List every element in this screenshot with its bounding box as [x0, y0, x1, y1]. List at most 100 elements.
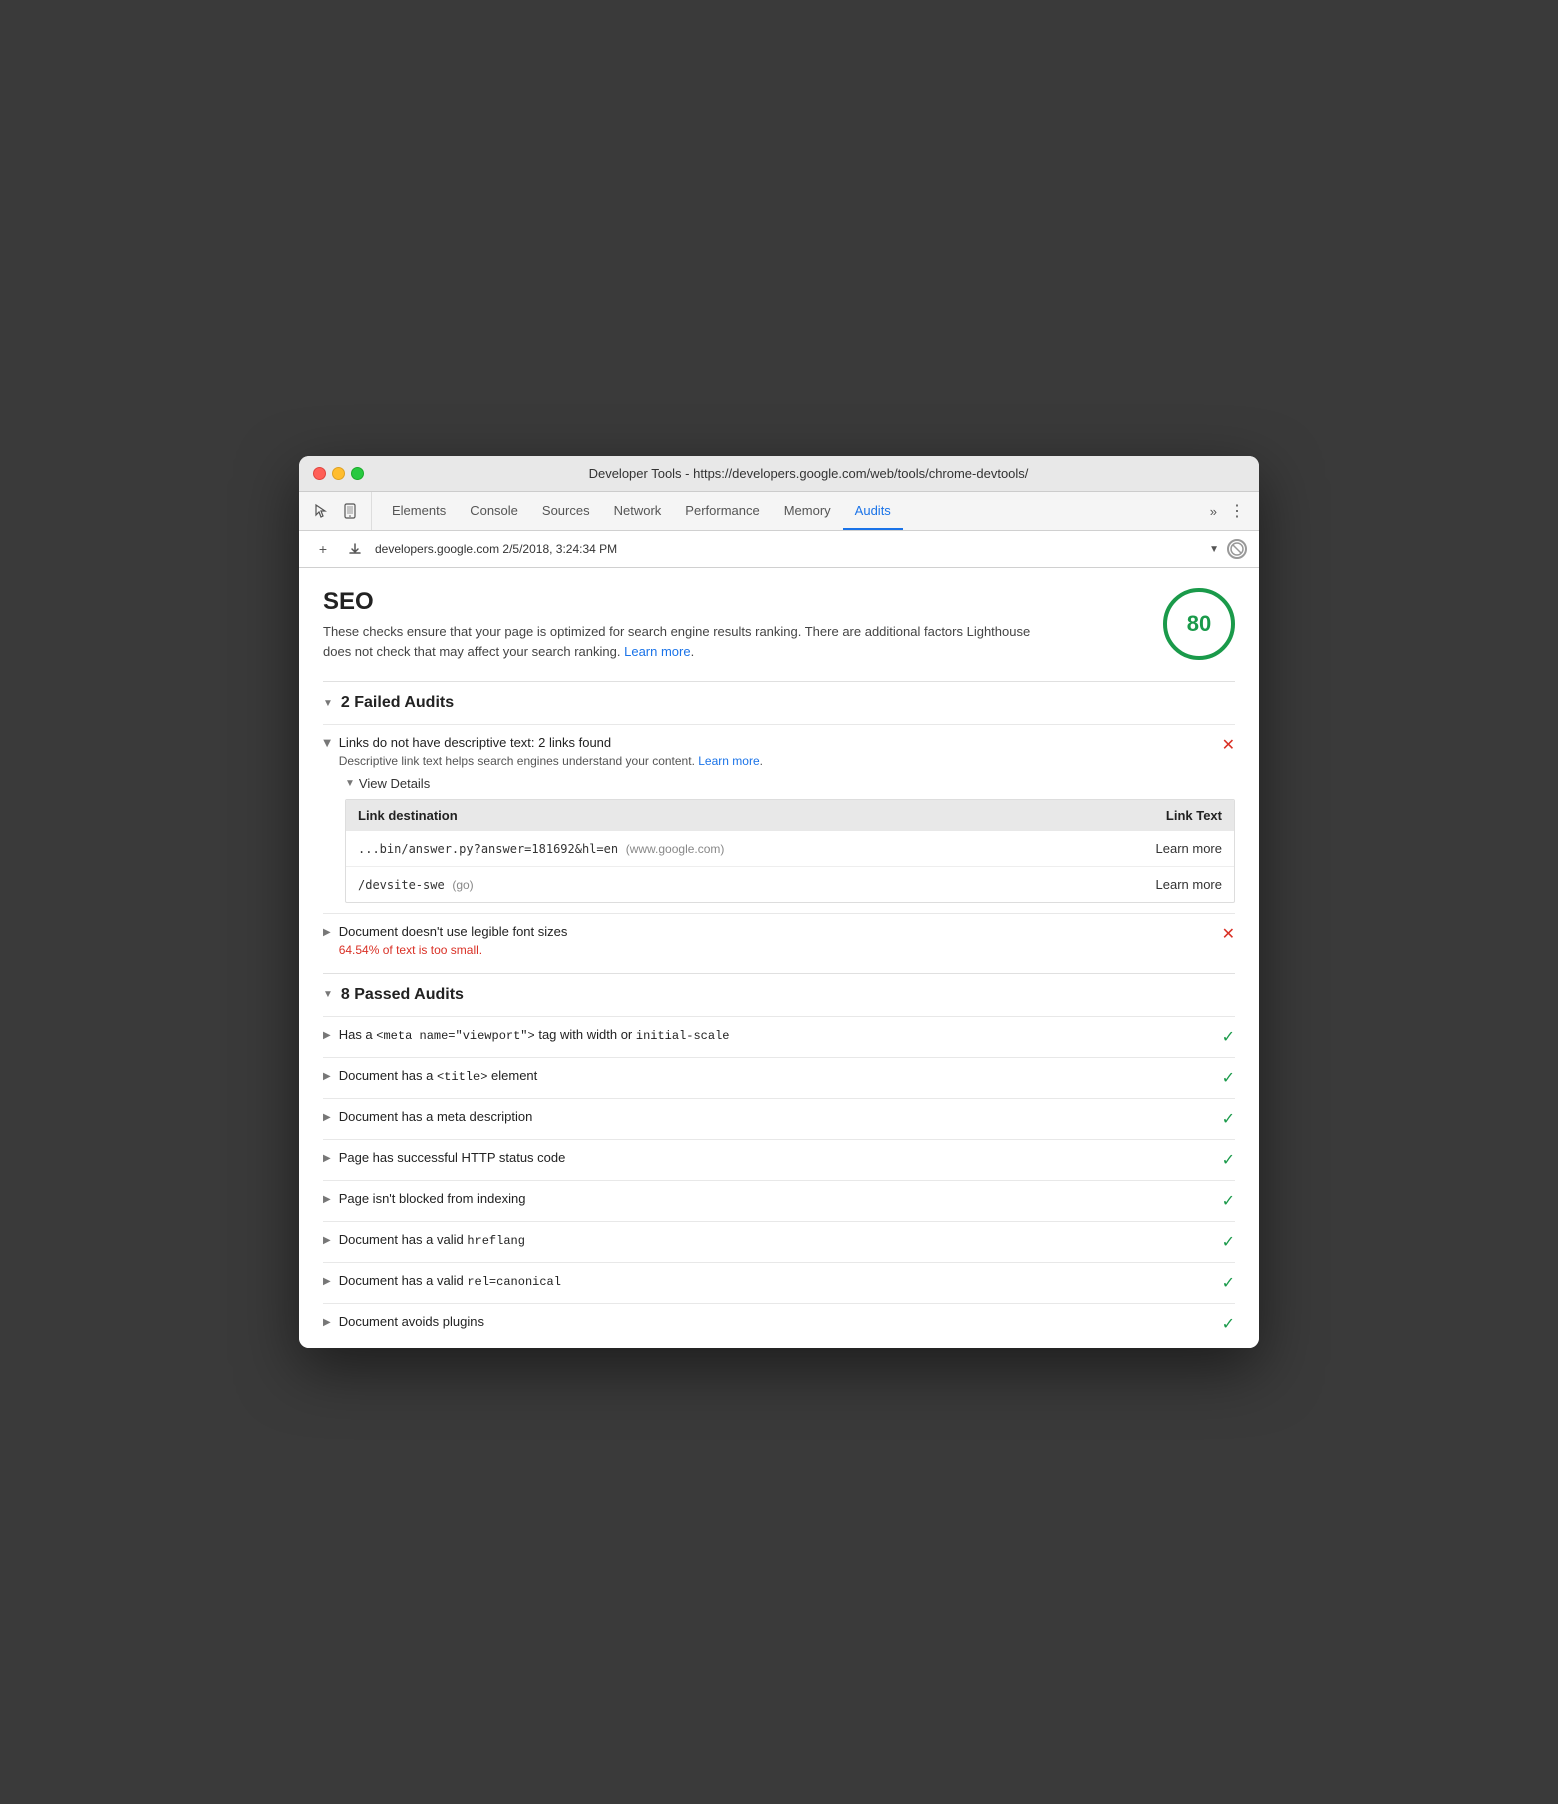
audit-meta-desc-toggle[interactable]: ▶	[323, 1112, 331, 1123]
audit-item-fonts: ▶ Document doesn't use legible font size…	[323, 913, 1235, 969]
audit-left-canonical: ▶ Document has a valid rel=canonical	[323, 1273, 1222, 1289]
audit-row-links: ▶ Links do not have descriptive text: 2 …	[323, 735, 1235, 770]
audit-item-meta-desc: ▶ Document has a meta description ✓	[323, 1098, 1235, 1139]
audit-http-toggle[interactable]: ▶	[323, 1153, 331, 1164]
audit-canonical-pass-icon: ✓	[1222, 1273, 1235, 1293]
audit-links-sub: Descriptive link text helps search engin…	[339, 753, 763, 770]
maximize-button[interactable]	[351, 467, 364, 480]
tab-console[interactable]: Console	[458, 492, 530, 530]
cursor-icon[interactable]	[307, 498, 333, 524]
audit-left-indexing: ▶ Page isn't blocked from indexing	[323, 1191, 1222, 1206]
audit-row-title: ▶ Document has a <title> element ✓	[323, 1068, 1235, 1088]
audit-canonical-toggle[interactable]: ▶	[323, 1276, 331, 1287]
block-icon	[1227, 539, 1247, 559]
audit-fonts-error: 64.54% of text is too small.	[339, 942, 568, 959]
failed-audits-toggle[interactable]: ▼	[323, 698, 333, 709]
audit-hreflang-title: Document has a valid hreflang	[339, 1232, 525, 1248]
audit-left-viewport: ▶ Has a <meta name="viewport"> tag with …	[323, 1027, 1222, 1043]
audit-links-toggle[interactable]: ▶	[321, 740, 332, 748]
table-row: ...bin/answer.py?answer=181692&hl=en (ww…	[346, 831, 1234, 867]
audit-indexing-title: Page isn't blocked from indexing	[339, 1191, 526, 1206]
mobile-icon[interactable]	[337, 498, 363, 524]
download-button[interactable]	[343, 537, 367, 561]
passed-audits-section: ▼ 8 Passed Audits ▶ Has a <meta name="vi…	[323, 973, 1235, 1344]
audit-viewport-pass-icon: ✓	[1222, 1027, 1235, 1047]
url-dropdown-button[interactable]: ▼	[1209, 544, 1219, 555]
seo-header: SEO These checks ensure that your page i…	[323, 588, 1235, 661]
audit-indexing-toggle[interactable]: ▶	[323, 1194, 331, 1205]
col-link-text: Link Text	[1067, 800, 1234, 831]
audit-http-title: Page has successful HTTP status code	[339, 1150, 566, 1165]
view-details-arrow: ▼	[345, 778, 355, 789]
tab-audits[interactable]: Audits	[843, 492, 903, 530]
tab-performance[interactable]: Performance	[673, 492, 771, 530]
new-tab-button[interactable]: +	[311, 537, 335, 561]
audit-item-http: ▶ Page has successful HTTP status code ✓	[323, 1139, 1235, 1180]
tab-network[interactable]: Network	[602, 492, 674, 530]
tab-elements[interactable]: Elements	[380, 492, 458, 530]
audit-left-hreflang: ▶ Document has a valid hreflang	[323, 1232, 1222, 1248]
devtools-menu-button[interactable]: ⋮	[1223, 492, 1251, 530]
audit-left-plugins: ▶ Document avoids plugins	[323, 1314, 1222, 1329]
audit-title-toggle[interactable]: ▶	[323, 1071, 331, 1082]
audit-row-indexing: ▶ Page isn't blocked from indexing ✓	[323, 1191, 1235, 1211]
audit-links-learn-more[interactable]: Learn more	[698, 754, 759, 768]
minimize-button[interactable]	[332, 467, 345, 480]
audit-item-hreflang: ▶ Document has a valid hreflang ✓	[323, 1221, 1235, 1262]
address-url: developers.google.com 2/5/2018, 3:24:34 …	[375, 542, 1201, 556]
seo-score: 80	[1163, 588, 1235, 660]
audit-fonts-toggle[interactable]: ▶	[323, 927, 331, 938]
audit-plugins-toggle[interactable]: ▶	[323, 1317, 331, 1328]
audit-title-pass-icon: ✓	[1222, 1068, 1235, 1088]
audit-row-viewport: ▶ Has a <meta name="viewport"> tag with …	[323, 1027, 1235, 1047]
audit-left-http: ▶ Page has successful HTTP status code	[323, 1150, 1222, 1165]
close-button[interactable]	[313, 467, 326, 480]
audit-viewport-toggle[interactable]: ▶	[323, 1030, 331, 1041]
traffic-lights	[313, 467, 364, 480]
audit-left-meta-desc: ▶ Document has a meta description	[323, 1109, 1222, 1124]
audit-left-title: ▶ Document has a <title> element	[323, 1068, 1222, 1084]
audit-item-plugins: ▶ Document avoids plugins ✓	[323, 1303, 1235, 1344]
tab-sources[interactable]: Sources	[530, 492, 602, 530]
audit-row-plugins: ▶ Document avoids plugins ✓	[323, 1314, 1235, 1334]
toolbar-icons	[307, 492, 372, 530]
audit-left-fonts: ▶ Document doesn't use legible font size…	[323, 924, 1222, 959]
audit-hreflang-pass-icon: ✓	[1222, 1232, 1235, 1252]
window-title: Developer Tools - https://developers.goo…	[372, 466, 1245, 481]
col-link-dest: Link destination	[346, 800, 1067, 831]
audit-plugins-pass-icon: ✓	[1222, 1314, 1235, 1334]
audit-http-pass-icon: ✓	[1222, 1150, 1235, 1170]
audit-fonts-fail-icon: ✕	[1222, 924, 1235, 944]
tabs: Elements Console Sources Network Perform…	[380, 492, 1204, 530]
audit-plugins-title: Document avoids plugins	[339, 1314, 484, 1329]
audit-left-links: ▶ Links do not have descriptive text: 2 …	[323, 735, 1222, 770]
audit-item-links: ▶ Links do not have descriptive text: 2 …	[323, 724, 1235, 913]
audit-title-text: Document has a <title> element	[339, 1068, 538, 1084]
more-tabs-button[interactable]: »	[1204, 492, 1223, 530]
audit-hreflang-toggle[interactable]: ▶	[323, 1235, 331, 1246]
passed-audits-toggle[interactable]: ▼	[323, 989, 333, 1000]
link-text-2: Learn more	[1067, 866, 1234, 902]
addressbar: + developers.google.com 2/5/2018, 3:24:3…	[299, 531, 1259, 568]
audit-links-fail-icon: ✕	[1222, 735, 1235, 755]
audit-fonts-title: Document doesn't use legible font sizes	[339, 924, 568, 939]
audit-row-http: ▶ Page has successful HTTP status code ✓	[323, 1150, 1235, 1170]
devtools-window: Developer Tools - https://developers.goo…	[299, 456, 1259, 1348]
view-details-toggle[interactable]: ▼ View Details	[345, 776, 1235, 791]
link-text-1: Learn more	[1067, 831, 1234, 867]
link-dest-2: /devsite-swe (go)	[346, 866, 1067, 902]
toolbar: Elements Console Sources Network Perform…	[299, 492, 1259, 531]
audit-viewport-title: Has a <meta name="viewport"> tag with wi…	[339, 1027, 730, 1043]
seo-title: SEO	[323, 588, 1043, 616]
audit-item-indexing: ▶ Page isn't blocked from indexing ✓	[323, 1180, 1235, 1221]
audit-item-title: ▶ Document has a <title> element ✓	[323, 1057, 1235, 1098]
audit-links-content: Links do not have descriptive text: 2 li…	[339, 735, 763, 770]
audit-canonical-title: Document has a valid rel=canonical	[339, 1273, 561, 1289]
tab-memory[interactable]: Memory	[772, 492, 843, 530]
links-details-table: Link destination Link Text ...bin/answer…	[345, 799, 1235, 903]
audit-row-canonical: ▶ Document has a valid rel=canonical ✓	[323, 1273, 1235, 1293]
seo-description: These checks ensure that your page is op…	[323, 622, 1043, 661]
seo-learn-more-link[interactable]: Learn more	[624, 644, 690, 659]
audit-fonts-content: Document doesn't use legible font sizes …	[339, 924, 568, 959]
audit-item-viewport: ▶ Has a <meta name="viewport"> tag with …	[323, 1016, 1235, 1057]
